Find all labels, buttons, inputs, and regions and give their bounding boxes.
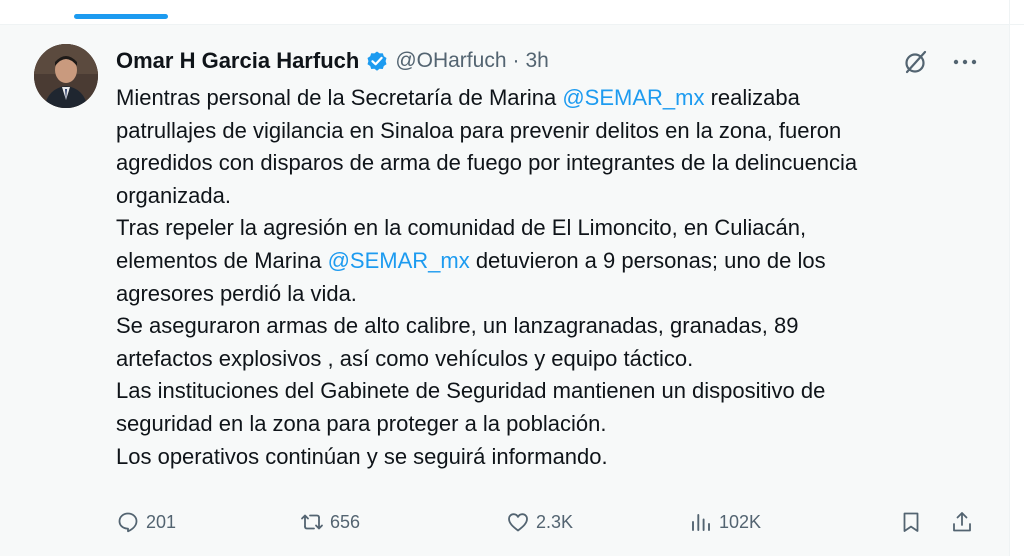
text-segment: detuvieron a 9 personas; uno de los xyxy=(469,247,826,273)
text-line: Mientras personal de la Secretaría de Ma… xyxy=(116,82,996,115)
more-icon[interactable] xyxy=(951,50,979,74)
tweet-actions: 201 656 2.3K 102K xyxy=(116,506,986,538)
author-handle[interactable]: @OHarfuch xyxy=(395,49,506,73)
views-count: 102K xyxy=(719,511,762,532)
mention-link[interactable]: @SEMAR_mx xyxy=(328,248,470,273)
bookmark-icon xyxy=(903,512,919,532)
reply-icon xyxy=(118,512,138,533)
reply-count: 201 xyxy=(146,511,177,532)
text-segment: realizaba xyxy=(704,85,800,110)
like-count: 2.3K xyxy=(536,511,574,532)
text-line: Se aseguraron armas de alto calibre, un … xyxy=(116,313,799,339)
share-button[interactable] xyxy=(950,506,974,538)
header-separator: · xyxy=(512,49,520,72)
text-line: organizada. xyxy=(116,182,231,208)
author-name[interactable]: Omar H Garcia Harfuch xyxy=(116,48,359,74)
text-line: agredidos con disparos de arma de fuego … xyxy=(116,150,858,176)
views-button[interactable]: 102K xyxy=(689,506,761,538)
tweet-timestamp[interactable]: 3h xyxy=(526,49,549,73)
text-line: Tras repeler la agresión en la comunidad… xyxy=(116,215,807,241)
tweet-header: Omar H Garcia Harfuch @OHarfuch · 3h xyxy=(116,46,549,76)
text-line: agresores perdió la vida. xyxy=(116,280,357,306)
column-border xyxy=(1009,0,1010,556)
bookmark-button[interactable] xyxy=(899,506,923,538)
views-icon xyxy=(692,514,710,531)
retweet-icon xyxy=(301,514,323,530)
text-segment: elementos de Marina xyxy=(116,247,328,273)
top-tab-bar xyxy=(0,0,1024,24)
text-line: artefactos explosivos , así como vehícul… xyxy=(116,345,694,371)
text-line: seguridad en la zona para proteger a la … xyxy=(116,410,607,436)
reply-button[interactable]: 201 xyxy=(116,506,176,538)
active-tab-indicator xyxy=(74,14,168,19)
text-line: elementos de Marina @SEMAR_mx detuvieron… xyxy=(116,245,996,278)
verified-badge-icon[interactable] xyxy=(365,49,389,73)
text-line: Las instituciones del Gabinete de Seguri… xyxy=(116,378,826,404)
retweet-button[interactable]: 656 xyxy=(300,506,360,538)
like-icon xyxy=(508,513,528,532)
text-line: patrullajes de vigilancia en Sinaloa par… xyxy=(116,117,842,143)
text-segment: Mientras personal de la Secretaría de Ma… xyxy=(116,85,563,110)
tweet-text: Mientras personal de la Secretaría de Ma… xyxy=(116,82,996,473)
text-line: Los operativos continúan y se seguirá in… xyxy=(116,443,608,469)
mention-link[interactable]: @SEMAR_mx xyxy=(562,85,704,110)
like-button[interactable]: 2.3K xyxy=(506,506,573,538)
avatar[interactable] xyxy=(34,44,98,108)
share-icon xyxy=(953,512,971,532)
retweet-count: 656 xyxy=(330,511,361,532)
grok-icon[interactable] xyxy=(901,47,931,77)
